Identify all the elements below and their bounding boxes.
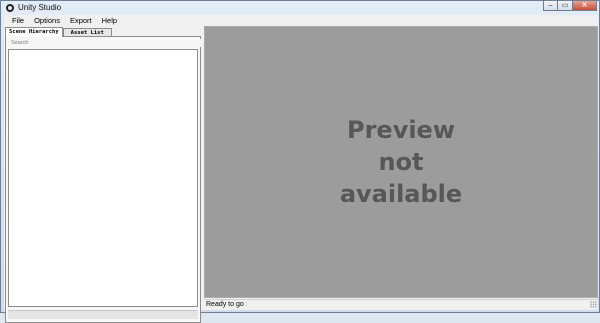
status-bar: Ready to go bbox=[204, 299, 598, 309]
menu-file[interactable]: File bbox=[4, 16, 29, 25]
menu-help[interactable]: Help bbox=[97, 16, 122, 25]
left-panel-scrollbar[interactable] bbox=[8, 310, 198, 319]
title-bar[interactable]: Unity Studio – ▭ ✕ bbox=[1, 1, 599, 14]
menu-export[interactable]: Export bbox=[65, 16, 97, 25]
close-button[interactable]: ✕ bbox=[573, 1, 597, 11]
preview-message: Preview not available bbox=[311, 114, 491, 210]
preview-area: Preview not available bbox=[204, 26, 598, 298]
tab-scene-hierarchy[interactable]: Scene Hierarchy bbox=[5, 27, 63, 37]
window-controls: – ▭ ✕ bbox=[543, 1, 597, 12]
status-text: Ready to go bbox=[206, 301, 244, 308]
minimize-button[interactable]: – bbox=[543, 1, 558, 11]
resize-grip-icon[interactable] bbox=[590, 301, 597, 308]
scene-hierarchy-panel: Search bbox=[5, 36, 201, 323]
scene-tree-view[interactable] bbox=[8, 49, 198, 307]
preview-line-2: not bbox=[378, 148, 424, 176]
client-area: Scene Hierarchy Asset List Search Previe… bbox=[4, 26, 598, 323]
preview-line-1: Preview bbox=[346, 116, 456, 144]
unity-icon bbox=[6, 3, 14, 12]
menu-bar: File Options Export Help bbox=[4, 15, 598, 26]
preview-line-3: available bbox=[339, 180, 463, 208]
app-window: Unity Studio – ▭ ✕ File Options Export H… bbox=[0, 0, 600, 323]
menu-options[interactable]: Options bbox=[29, 16, 65, 25]
search-input[interactable]: Search bbox=[9, 39, 201, 47]
maximize-button[interactable]: ▭ bbox=[558, 1, 573, 11]
window-title: Unity Studio bbox=[18, 3, 62, 12]
